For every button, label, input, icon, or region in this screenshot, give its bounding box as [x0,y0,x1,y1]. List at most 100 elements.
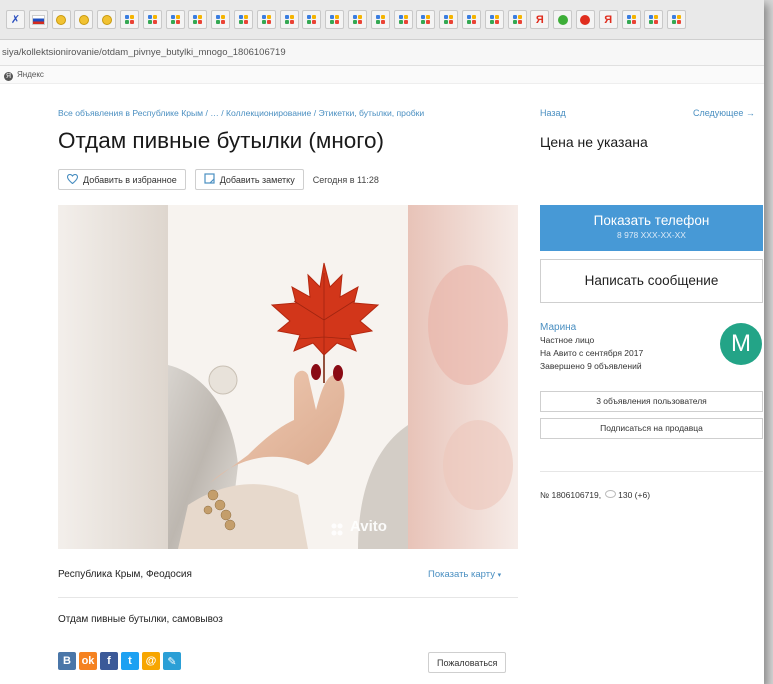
browser-tab[interactable] [416,10,436,29]
seller-completed: Завершено 9 объявлений [540,361,642,371]
grid-dots-icon [284,15,294,24]
browser-tab[interactable] [507,10,527,29]
coin-icon [101,14,112,25]
listing-photo[interactable]: Avito [58,205,518,549]
seller-info: Марина Частное лицо На Авито с сентября … [540,321,643,373]
browser-tab[interactable]: ✗ [6,10,25,29]
circle-icon [580,14,591,25]
listing-description: Отдам пивные бутылки, самовывоз [58,614,223,625]
browser-tab[interactable] [667,10,687,29]
seller-type: Частное лицо [540,335,595,345]
write-message-button[interactable]: Написать сообщение [540,259,763,303]
browser-tab[interactable]: Я [598,10,618,29]
breadcrumb[interactable]: Все объявления в Республике Крым / … / К… [58,108,424,118]
ad-number: № 1806106719, [540,490,602,500]
price: Цена не указана [540,134,648,150]
publish-date: Сегодня в 11:28 [312,174,379,185]
browser-tab[interactable] [439,10,459,29]
mail-icon[interactable]: @ [142,652,160,670]
show-map-link[interactable]: Показать карту ▾ [428,569,501,580]
eye-icon [605,490,617,498]
tab-strip: ✗ Я Я [0,0,764,40]
subscribe-button[interactable]: Подписаться на продавца [540,418,763,439]
grid-dots-icon [307,15,317,24]
odnoklassniki-icon[interactable]: ok [79,652,97,670]
avatar[interactable]: М [720,323,762,365]
facebook-icon[interactable]: f [100,652,118,670]
next-link[interactable]: Следующее → [693,108,755,118]
browser-tab[interactable] [393,10,413,29]
chevron-down-icon: ▾ [497,572,502,579]
browser-tab[interactable] [279,10,299,29]
views-count: 130 (+6) [618,490,651,500]
tab-favicon-icon: Я [535,13,544,26]
browser-tab[interactable] [325,10,345,29]
browser-tab[interactable] [553,10,573,29]
listing-actions: Добавить в избранное Добавить заметку Се… [58,169,379,190]
browser-tab[interactable] [256,10,276,29]
grid-dots-icon [444,15,454,24]
grid-dots-icon [512,15,522,24]
complain-button[interactable]: Пожаловаться [428,652,507,673]
browser-tab[interactable] [119,10,139,29]
browser-tab[interactable] [621,10,641,29]
browser-tab[interactable] [644,10,664,29]
bookmarks-bar: Я Яндекс [0,66,764,84]
note-icon [204,173,215,186]
grid-dots-icon [193,15,203,24]
share-buttons: Bok f t @ ✎ [58,652,181,670]
circle-icon [557,14,568,25]
browser-tab[interactable] [575,10,595,29]
user-ads-button[interactable]: 3 объявления пользователя [540,391,763,412]
grid-dots-icon [466,15,476,24]
browser-tab[interactable] [370,10,390,29]
browser-tab[interactable] [484,10,504,29]
seller-since: На Авито с сентября 2017 [540,348,644,358]
browser-tab[interactable] [142,10,162,29]
grid-dots-icon [147,15,157,24]
grid-dots-icon [124,15,134,24]
divider [58,597,518,598]
grid-dots-icon [170,15,180,24]
flag-icon [31,14,45,25]
browser-tab[interactable] [211,10,231,29]
ad-stats: № 1806106719, 130 (+6) [540,490,650,500]
browser-window: ✗ Я Я siya/kollektsionirovanie/otdam_pivny… [0,0,764,684]
bookmark-yandex[interactable]: Яндекс [17,70,44,79]
browser-tab[interactable] [28,10,48,29]
browser-tab[interactable] [97,10,117,29]
tab-favicon-icon: Я [604,13,613,26]
browser-tab[interactable] [347,10,367,29]
browser-tab[interactable] [74,10,94,29]
livejournal-icon[interactable]: ✎ [163,652,181,670]
add-favorite-button[interactable]: Добавить в избранное [58,169,186,190]
add-note-button[interactable]: Добавить заметку [194,169,304,190]
vk-icon[interactable]: B [58,652,76,670]
grid-dots-icon [626,15,636,24]
back-link[interactable]: Назад [540,108,566,118]
browser-tab[interactable] [302,10,322,29]
coin-icon [56,14,67,25]
browser-tab[interactable] [188,10,208,29]
add-note-label: Добавить заметку [219,174,295,185]
browser-tab[interactable] [51,10,71,29]
grid-dots-icon [238,15,248,24]
grid-dots-icon [398,15,408,24]
twitter-icon[interactable]: t [121,652,139,670]
show-phone-button[interactable]: Показать телефон 8 978 XXX-XX-XX [540,205,763,251]
page-title: Отдам пивные бутылки (много) [58,128,385,153]
browser-tab[interactable]: Я [530,10,550,29]
show-phone-label: Показать телефон [593,213,710,228]
grid-dots-icon [489,15,499,24]
grid-dots-icon [421,15,431,24]
grid-dots-icon [330,15,340,24]
seller-name[interactable]: Марина [540,321,643,334]
heart-icon [66,173,79,186]
browser-tab[interactable] [461,10,481,29]
grid-dots-icon [261,15,271,24]
browser-tab[interactable] [233,10,253,29]
address-bar[interactable]: siya/kollektsionirovanie/otdam_pivnye_bu… [0,40,764,66]
grid-dots-icon [352,15,362,24]
divider [540,471,763,472]
browser-tab[interactable] [165,10,185,29]
